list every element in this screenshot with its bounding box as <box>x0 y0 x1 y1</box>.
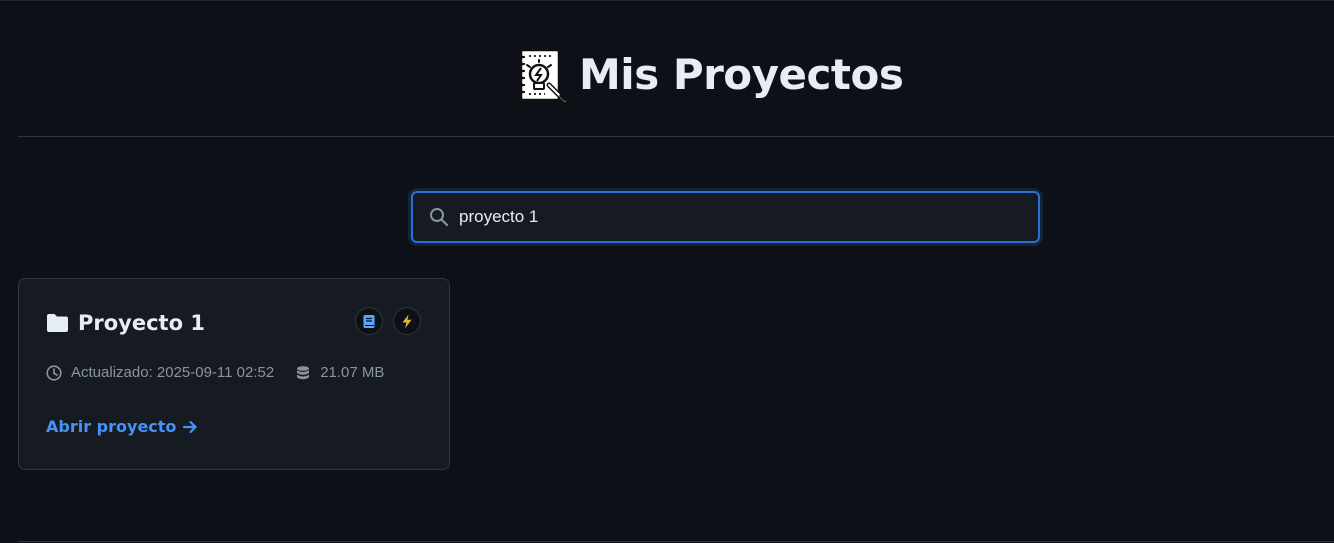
page-title: Mis Proyectos <box>579 50 904 99</box>
divider <box>18 541 1334 542</box>
project-size: 21.07 MB <box>295 364 384 381</box>
search-box[interactable] <box>411 191 1040 243</box>
clock-icon <box>46 364 62 381</box>
folder-icon <box>47 314 68 332</box>
page-header: Mis Proyectos <box>18 1 1334 137</box>
search-input[interactable] <box>459 207 999 227</box>
open-project-link[interactable]: Abrir proyecto <box>46 417 198 436</box>
projects-page: Mis Proyectos Proyecto 1 <box>0 0 1334 543</box>
book-icon <box>363 314 375 328</box>
lightning-badge[interactable] <box>393 307 421 335</box>
updated-date: Actualizado: 2025-09-11 02:52 <box>71 364 275 381</box>
lightbulb-notebook-icon <box>516 48 568 103</box>
size-value: 21.07 MB <box>320 364 385 381</box>
open-project-label: Abrir proyecto <box>46 417 177 436</box>
project-title: Proyecto 1 <box>78 311 205 335</box>
arrow-right-icon <box>183 420 198 433</box>
search-icon <box>430 208 449 227</box>
book-badge[interactable] <box>355 307 383 335</box>
project-title-row: Proyecto 1 <box>46 311 205 335</box>
lightning-icon <box>402 314 412 328</box>
title-area: Mis Proyectos <box>515 45 904 105</box>
project-meta: Actualizado: 2025-09-11 02:52 21.07 MB <box>46 364 384 381</box>
database-icon <box>297 365 310 379</box>
project-card[interactable]: Proyecto 1 Actualizado: 2025-09-11 02:52 <box>18 278 450 470</box>
